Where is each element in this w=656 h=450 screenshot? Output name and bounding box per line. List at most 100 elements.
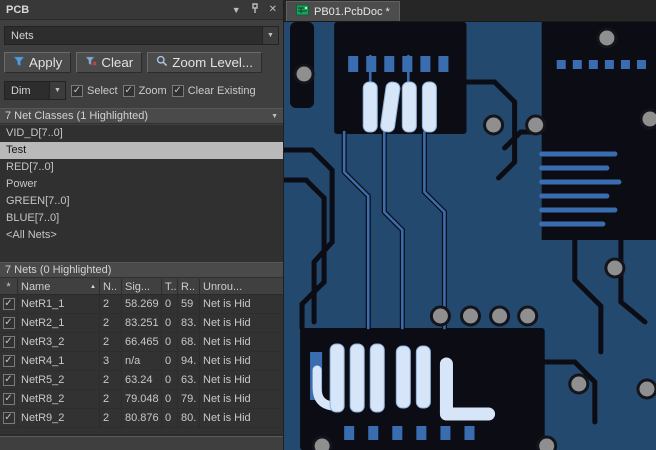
signal-length-cell: 79.048 xyxy=(122,390,162,408)
panel-title: PCB xyxy=(6,3,30,16)
net-name-cell: NetR3_2 xyxy=(18,333,100,351)
apply-button[interactable]: Apply xyxy=(4,52,72,73)
node-count-cell: 2 xyxy=(100,295,122,313)
signal-length-cell: 63.24 xyxy=(122,371,162,389)
pcb-viewport[interactable] xyxy=(284,22,656,450)
panel-mode-value: Nets xyxy=(11,29,34,42)
net-name-cell: NetR4_1 xyxy=(18,352,100,370)
nets-table: ✓ NetR1_1 2 58.269 0 59 Net is Hid ✓ Net… xyxy=(0,295,283,434)
table-row[interactable]: ✓ NetR1_1 2 58.269 0 59 Net is Hid xyxy=(0,295,283,314)
clear-filter-icon xyxy=(85,55,97,70)
t-cell: 0 xyxy=(162,314,178,332)
table-row[interactable]: ✓ NetR5_2 2 63.24 0 63. Net is Hid xyxy=(0,371,283,390)
pcb-panel: PCB ▼ ✕ Nets ▼ Apply Clear Zoom Level...… xyxy=(0,0,284,450)
signal-length-cell: 66.465 xyxy=(122,333,162,351)
net-checkbox[interactable]: ✓ xyxy=(2,374,15,386)
chevron-down-icon[interactable]: ▼ xyxy=(262,27,278,44)
column-header-name[interactable]: Name ▲ xyxy=(18,279,100,294)
net-name-cell: NetR1_1 xyxy=(18,295,100,313)
app-window: PCB ▼ ✕ Nets ▼ Apply Clear Zoom Level...… xyxy=(0,0,656,450)
zoom-checkbox[interactable]: ✓ xyxy=(122,84,135,97)
signal-length-cell: 83.251 xyxy=(122,314,162,332)
net-checkbox[interactable]: ✓ xyxy=(2,393,15,405)
net-classes-section-header[interactable]: 7 Net Classes (1 Highlighted) ▼ xyxy=(0,108,283,124)
net-class-item[interactable]: VID_D[7..0] xyxy=(0,125,283,142)
t-cell: 0 xyxy=(162,390,178,408)
clear-label: Clear xyxy=(101,55,134,70)
tab-pb01-pcbdoc[interactable]: PB01.PcbDoc * xyxy=(286,1,400,21)
r-cell: 94. xyxy=(178,352,200,370)
table-row[interactable]: ✓ NetR8_2 2 79.048 0 79. Net is Hid xyxy=(0,390,283,409)
zoom-level-label: Zoom Level... xyxy=(172,55,253,70)
r-cell: 68. xyxy=(178,333,200,351)
nets-section-header[interactable]: 7 Nets (0 Highlighted) xyxy=(0,262,283,278)
unrouted-cell: Net is Hid xyxy=(203,393,251,405)
net-checkbox[interactable]: ✓ xyxy=(2,355,15,367)
r-cell: 79. xyxy=(178,390,200,408)
net-name-cell: NetR8_2 xyxy=(18,390,100,408)
chevron-down-icon[interactable]: ▼ xyxy=(49,82,65,99)
signal-length-cell: n/a xyxy=(122,352,162,370)
net-class-item[interactable]: <All Nets> xyxy=(0,227,283,244)
net-class-item[interactable]: RED[7..0] xyxy=(0,159,283,176)
table-row[interactable]: ✓ NetR9_2 2 80.876 0 80. Net is Hid xyxy=(0,409,283,428)
node-count-cell: 2 xyxy=(100,371,122,389)
node-count-cell: 2 xyxy=(100,333,122,351)
net-class-item[interactable]: BLUE[7..0] xyxy=(0,210,283,227)
panel-toolbar: Apply Clear Zoom Level... xyxy=(4,52,262,73)
panel-menu-dropdown-icon[interactable]: ▼ xyxy=(232,5,241,15)
dim-select[interactable]: Dim ▼ xyxy=(4,81,66,100)
clear-button[interactable]: Clear xyxy=(76,52,143,73)
net-checkbox[interactable]: ✓ xyxy=(2,317,15,329)
collapse-icon[interactable]: ▼ xyxy=(271,113,278,120)
select-checkbox-wrap: ✓ Select xyxy=(71,84,118,97)
column-header-check[interactable]: * xyxy=(0,279,18,294)
dim-value: Dim xyxy=(11,84,31,97)
nets-table-header: * Name ▲ N.. Sig... T... R.. Unrou... xyxy=(0,279,283,295)
clear-existing-checkbox-wrap: ✓ Clear Existing xyxy=(171,84,256,97)
net-checkbox[interactable]: ✓ xyxy=(2,298,15,310)
panel-pin-icon[interactable] xyxy=(250,3,260,16)
panel-close-icon[interactable]: ✕ xyxy=(269,4,277,15)
unrouted-cell: Net is Hid xyxy=(203,336,251,348)
sort-asc-icon: ▲ xyxy=(90,283,96,290)
column-header-t[interactable]: T... xyxy=(162,279,178,294)
r-cell: 80. xyxy=(178,409,200,427)
t-cell: 0 xyxy=(162,333,178,351)
panel-mode-select[interactable]: Nets ▼ xyxy=(4,26,279,45)
net-classes-header-label: 7 Net Classes (1 Highlighted) xyxy=(5,110,149,122)
net-name-cell: NetR5_2 xyxy=(18,371,100,389)
clear-existing-checkbox[interactable]: ✓ xyxy=(171,84,184,97)
unrouted-cell: Net is Hid xyxy=(203,355,251,367)
column-header-r[interactable]: R.. xyxy=(178,279,200,294)
pcb-canvas[interactable] xyxy=(284,22,656,450)
column-header-unrouted[interactable]: Unrou... xyxy=(200,279,283,294)
t-cell: 0 xyxy=(162,352,178,370)
net-class-item-selected[interactable]: Test xyxy=(0,142,283,159)
table-row[interactable]: ✓ NetR4_1 3 n/a 0 94. Net is Hid xyxy=(0,352,283,371)
signal-length-cell: 80.876 xyxy=(122,409,162,427)
select-checkbox[interactable]: ✓ xyxy=(71,84,83,97)
table-row[interactable]: ✓ NetR2_1 2 83.251 0 83. Net is Hid xyxy=(0,314,283,333)
node-count-cell: 2 xyxy=(100,390,122,408)
column-header-nodes[interactable]: N.. xyxy=(100,279,122,294)
column-header-signal[interactable]: Sig... xyxy=(122,279,162,294)
unrouted-cell: Net is Hid xyxy=(203,298,251,310)
net-checkbox[interactable]: ✓ xyxy=(2,336,15,348)
net-class-item[interactable]: GREEN[7..0] xyxy=(0,193,283,210)
net-name-cell: NetR2_1 xyxy=(18,314,100,332)
zoom-level-button[interactable]: Zoom Level... xyxy=(147,52,262,73)
magnifier-icon xyxy=(156,55,168,70)
r-cell: 63. xyxy=(178,371,200,389)
net-classes-list: VID_D[7..0] Test RED[7..0] Power GREEN[7… xyxy=(0,125,283,262)
t-cell: 0 xyxy=(162,295,178,313)
net-checkbox[interactable]: ✓ xyxy=(2,412,15,424)
tab-label: PB01.PcbDoc * xyxy=(314,5,390,18)
panel-splitter[interactable] xyxy=(0,434,283,437)
dim-options-row: Dim ▼ ✓ Select ✓ Zoom ✓ Clear Existing xyxy=(4,81,281,100)
t-cell: 0 xyxy=(162,371,178,389)
r-cell: 59 xyxy=(178,295,200,313)
table-row[interactable]: ✓ NetR3_2 2 66.465 0 68. Net is Hid xyxy=(0,333,283,352)
t-cell: 0 xyxy=(162,409,178,427)
net-class-item[interactable]: Power xyxy=(0,176,283,193)
